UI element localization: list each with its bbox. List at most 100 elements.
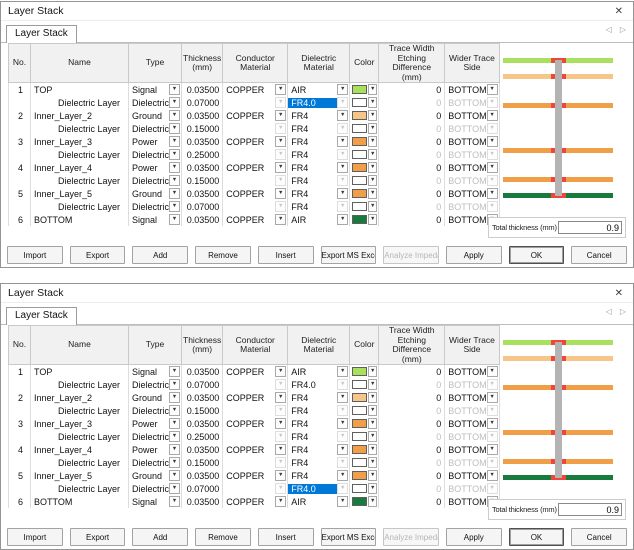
layer-type-value[interactable]: Dielectric (129, 98, 169, 108)
layer-name[interactable]: Inner_Layer_3 (31, 135, 129, 148)
thickness-value[interactable]: 0.03500 (182, 83, 223, 97)
add-button[interactable]: Add (132, 528, 188, 546)
wider-trace-side-value[interactable]: BOTTOM (445, 419, 486, 429)
wider-trace-side-value[interactable]: BOTTOM (445, 484, 486, 494)
dropdown-arrow-icon[interactable]: ▼ (337, 214, 348, 225)
etching-difference-value[interactable]: 0 (379, 213, 445, 226)
layer-name[interactable]: TOP (31, 83, 129, 97)
wider-trace-side-value[interactable]: BOTTOM (445, 189, 486, 199)
export-ms-excel-button[interactable]: Export MS Excel (321, 528, 377, 546)
etching-difference-value[interactable]: 0 (379, 391, 445, 404)
dropdown-arrow-icon[interactable]: ▼ (169, 123, 180, 134)
dropdown-arrow-icon[interactable]: ▼ (337, 136, 348, 147)
thickness-value[interactable]: 0.03500 (182, 365, 223, 379)
conductor-material-value[interactable]: COPPER (223, 163, 275, 173)
layer-color-swatch[interactable] (352, 458, 367, 467)
dropdown-arrow-icon[interactable]: ▼ (169, 405, 180, 416)
thickness-value[interactable]: 0.15000 (182, 174, 223, 187)
wider-trace-side-value[interactable]: BOTTOM (445, 137, 486, 147)
dropdown-arrow-icon[interactable]: ▼ (169, 162, 180, 173)
conductor-material-value[interactable]: COPPER (223, 367, 275, 377)
layer-name[interactable]: Dielectric Layer (31, 378, 129, 391)
dropdown-arrow-icon[interactable]: ▼ (337, 188, 348, 199)
wider-trace-side-value[interactable]: BOTTOM (445, 406, 486, 416)
dropdown-arrow-icon[interactable]: ▼ (368, 392, 377, 403)
export-ms-excel-button[interactable]: Export MS Excel (321, 246, 377, 264)
thickness-value[interactable]: 0.03500 (182, 161, 223, 174)
dropdown-arrow-icon[interactable]: ▼ (368, 496, 377, 507)
thickness-value[interactable]: 0.03500 (182, 417, 223, 430)
dropdown-arrow-icon[interactable]: ▼ (275, 470, 286, 481)
wider-trace-side-value[interactable]: BOTTOM (445, 458, 486, 468)
dropdown-arrow-icon[interactable]: ▼ (169, 149, 180, 160)
import-button[interactable]: Import (7, 528, 63, 546)
layer-type-value[interactable]: Power (129, 163, 169, 173)
dielectric-material-value[interactable]: FR4 (288, 111, 337, 121)
wider-trace-side-value[interactable]: BOTTOM (445, 380, 486, 390)
wider-trace-side-value[interactable]: BOTTOM (445, 497, 486, 507)
conductor-material-value[interactable]: COPPER (223, 471, 275, 481)
thickness-value[interactable]: 0.07000 (182, 96, 223, 109)
etching-difference-value[interactable]: 0 (379, 456, 445, 469)
etching-difference-value[interactable]: 0 (379, 417, 445, 430)
apply-button[interactable]: Apply (446, 246, 502, 264)
insert-button[interactable]: Insert (258, 246, 314, 264)
thickness-value[interactable]: 0.07000 (182, 378, 223, 391)
dielectric-material-value[interactable]: FR4 (288, 458, 337, 468)
dropdown-arrow-icon[interactable]: ▼ (368, 431, 377, 442)
layer-type-value[interactable]: Signal (129, 215, 169, 225)
layer-name[interactable]: TOP (31, 365, 129, 379)
layer-type-value[interactable]: Power (129, 419, 169, 429)
wider-trace-side-value[interactable]: BOTTOM (445, 471, 486, 481)
dielectric-material-value[interactable]: AIR (288, 215, 337, 225)
wider-trace-side-value[interactable]: BOTTOM (445, 176, 486, 186)
dropdown-arrow-icon[interactable]: ▼ (368, 418, 377, 429)
conductor-material-value[interactable]: COPPER (223, 111, 275, 121)
dielectric-material-value[interactable]: FR4 (288, 406, 337, 416)
dropdown-arrow-icon[interactable]: ▼ (169, 84, 180, 95)
etching-difference-value[interactable]: 0 (379, 404, 445, 417)
layer-name[interactable]: Dielectric Layer (31, 96, 129, 109)
cancel-button[interactable]: Cancel (571, 246, 627, 264)
layer-color-swatch[interactable] (352, 497, 367, 506)
layer-name[interactable]: Dielectric Layer (31, 482, 129, 495)
thickness-value[interactable]: 0.07000 (182, 482, 223, 495)
dropdown-arrow-icon[interactable]: ▼ (337, 418, 348, 429)
dropdown-arrow-icon[interactable]: ▼ (368, 162, 377, 173)
conductor-material-value[interactable]: COPPER (223, 85, 275, 95)
dropdown-arrow-icon[interactable]: ▼ (368, 175, 377, 186)
dropdown-arrow-icon[interactable]: ▼ (169, 136, 180, 147)
wider-trace-side-value[interactable]: BOTTOM (445, 150, 486, 160)
dropdown-arrow-icon[interactable]: ▼ (337, 444, 348, 455)
dropdown-arrow-icon[interactable]: ▼ (275, 366, 286, 377)
layer-color-swatch[interactable] (352, 176, 367, 185)
tab-scroll-left-icon[interactable]: ◁ (606, 308, 612, 316)
cancel-button[interactable]: Cancel (571, 528, 627, 546)
dielectric-material-value[interactable]: FR4.0 (288, 484, 337, 494)
close-icon[interactable]: ✕ (612, 288, 626, 299)
dropdown-arrow-icon[interactable]: ▼ (169, 97, 180, 108)
dielectric-material-value[interactable]: FR4 (288, 471, 337, 481)
etching-difference-value[interactable]: 0 (379, 148, 445, 161)
export-button[interactable]: Export (70, 528, 126, 546)
dropdown-arrow-icon[interactable]: ▼ (169, 188, 180, 199)
thickness-value[interactable]: 0.03500 (182, 443, 223, 456)
add-button[interactable]: Add (132, 246, 188, 264)
conductor-material-value[interactable]: COPPER (223, 419, 275, 429)
import-button[interactable]: Import (7, 246, 63, 264)
etching-difference-value[interactable]: 0 (379, 482, 445, 495)
dropdown-arrow-icon[interactable]: ▼ (169, 444, 180, 455)
layer-color-swatch[interactable] (352, 471, 367, 480)
conductor-material-value[interactable]: COPPER (223, 445, 275, 455)
wider-trace-side-value[interactable]: BOTTOM (445, 432, 486, 442)
wider-trace-side-value[interactable]: BOTTOM (445, 445, 486, 455)
dropdown-arrow-icon[interactable]: ▼ (169, 110, 180, 121)
dropdown-arrow-icon[interactable]: ▼ (275, 444, 286, 455)
tab-layer-stack[interactable]: Layer Stack (6, 307, 77, 325)
layer-color-swatch[interactable] (352, 124, 367, 133)
dielectric-material-value[interactable]: FR4 (288, 202, 337, 212)
dielectric-material-value[interactable]: AIR (288, 497, 337, 507)
layer-type-value[interactable]: Ground (129, 393, 169, 403)
dropdown-arrow-icon[interactable]: ▼ (169, 496, 180, 507)
dropdown-arrow-icon[interactable]: ▼ (368, 201, 377, 212)
